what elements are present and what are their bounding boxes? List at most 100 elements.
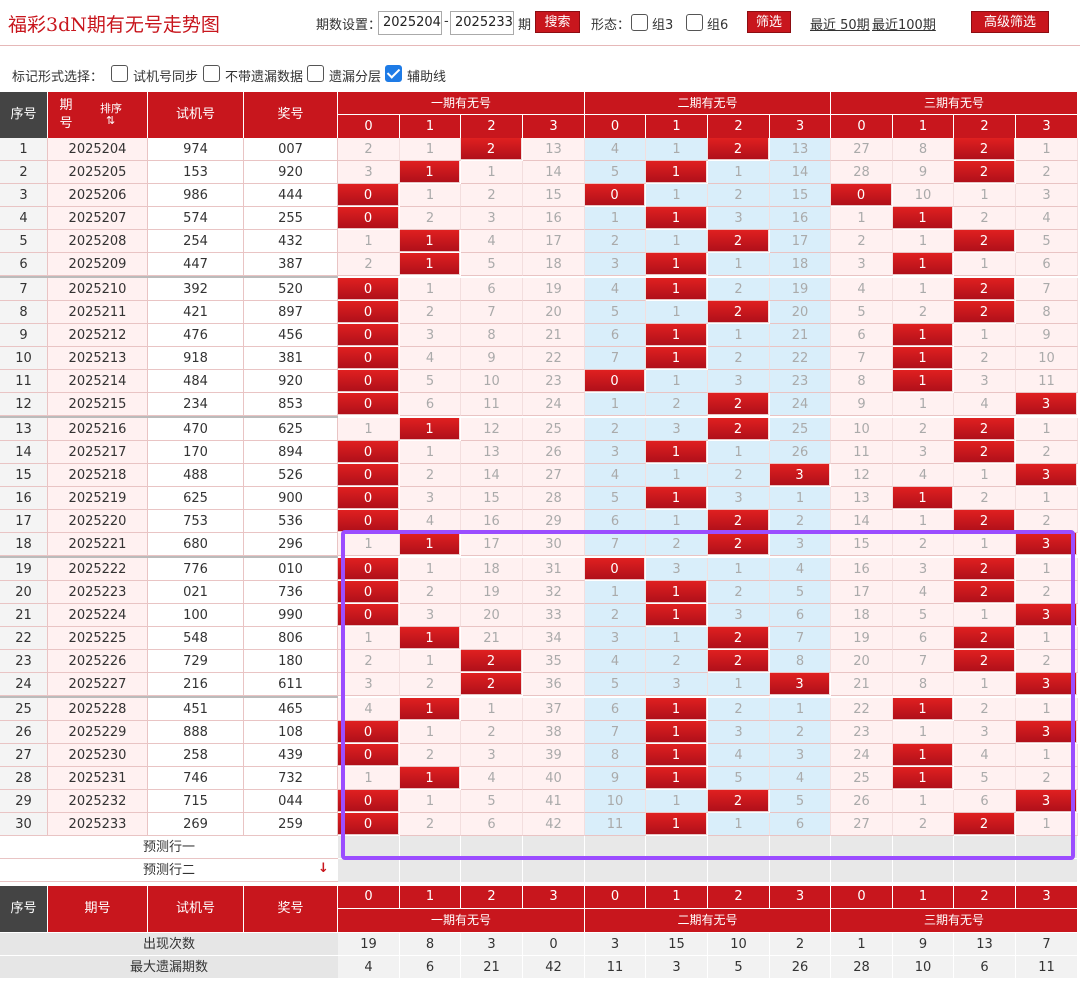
row-period: 2025229	[48, 721, 148, 744]
omission-count: 3	[1016, 184, 1078, 207]
omission-count: 8	[831, 370, 893, 393]
omission-count: 5	[585, 161, 646, 184]
omission-count: 15	[523, 184, 585, 207]
omission-count: 6	[585, 510, 646, 533]
omission-count: 2	[1016, 581, 1078, 604]
option-checkbox-trial-sync[interactable]	[111, 65, 128, 82]
hit-marker: 2	[954, 650, 1015, 672]
omission-count: 8	[770, 650, 831, 673]
hit-marker: 1	[893, 324, 953, 346]
period-to-input[interactable]: 2025233	[450, 11, 514, 35]
group3-checkbox[interactable]	[631, 14, 648, 31]
omission-count: 27	[831, 813, 893, 836]
row-trial: 548	[148, 627, 244, 650]
hit-marker: 2	[954, 278, 1015, 300]
stat-value: 26	[770, 956, 831, 979]
row-prize: 920	[244, 370, 338, 393]
stat-value: 1	[831, 933, 893, 956]
row-seq: 27	[0, 744, 48, 767]
top-toolbar: 福彩3dN期有无号走势图 期数设置： 2025204 - 2025233 期 搜…	[0, 0, 1080, 46]
omission-count: 2	[400, 673, 461, 696]
omission-count: 1	[708, 161, 770, 184]
period-from-input[interactable]: 2025204	[378, 11, 442, 35]
omission-count: 9	[461, 347, 523, 370]
omission-count: 5	[954, 767, 1016, 790]
hit-marker: 0	[338, 441, 399, 463]
stat-value: 42	[523, 956, 585, 979]
hit-marker: 1	[646, 441, 707, 463]
row-trial: 625	[148, 487, 244, 510]
stat-value: 4	[338, 956, 400, 979]
header-seq: 序号	[0, 92, 47, 138]
hit-marker: 2	[708, 533, 769, 555]
predict-cell	[585, 836, 646, 859]
omission-count: 26	[523, 441, 585, 464]
row-prize: 381	[244, 347, 338, 370]
option-label-omission-layer: 遗漏分层	[329, 70, 382, 85]
omission-count: 3	[708, 207, 770, 230]
omission-count: 1	[400, 441, 461, 464]
row-trial: 488	[148, 464, 244, 487]
row-trial: 234	[148, 393, 244, 416]
omission-count: 6	[585, 324, 646, 347]
omission-count: 7	[831, 347, 893, 370]
omission-count: 3	[831, 253, 893, 276]
row-seq: 22	[0, 627, 48, 650]
option-checkbox-no-omission[interactable]	[203, 65, 220, 82]
recent-100-link[interactable]: 最近100期	[872, 14, 936, 33]
advanced-filter-button[interactable]: 高级筛选	[971, 11, 1049, 33]
sort-arrows-icon[interactable]: ⇅	[106, 114, 115, 127]
row-prize: 456	[244, 324, 338, 347]
omission-count: 5	[400, 370, 461, 393]
row-prize: 897	[244, 301, 338, 324]
group6-checkbox[interactable]	[686, 14, 703, 31]
omission-count: 1	[646, 464, 708, 487]
omission-count: 11	[461, 393, 523, 416]
row-prize: 007	[244, 138, 338, 161]
hit-marker: 1	[646, 347, 707, 369]
hit-marker: 1	[400, 533, 460, 555]
hit-marker: 1	[893, 207, 953, 229]
omission-count: 1	[461, 161, 523, 184]
omission-count: 4	[400, 510, 461, 533]
hit-marker: 2	[954, 161, 1015, 183]
predict-cell	[338, 836, 400, 859]
row-period: 2025220	[48, 510, 148, 533]
hit-marker: 1	[400, 698, 460, 720]
omission-count: 25	[523, 418, 585, 441]
omission-count: 3	[461, 207, 523, 230]
omission-count: 18	[770, 253, 831, 276]
row-prize: 900	[244, 487, 338, 510]
hit-marker: 1	[893, 767, 953, 789]
option-checkbox-guide-line[interactable]	[385, 65, 402, 82]
arrow-down-icon[interactable]: ↓	[318, 861, 329, 876]
omission-count: 22	[831, 698, 893, 721]
omission-count: 26	[831, 790, 893, 813]
omission-count: 22	[770, 347, 831, 370]
omission-count: 6	[893, 627, 954, 650]
omission-count: 41	[523, 790, 585, 813]
row-prize: 444	[244, 184, 338, 207]
hit-marker: 2	[708, 230, 769, 252]
recent-50-link[interactable]: 最近 50期	[810, 14, 870, 33]
omission-count: 5	[585, 487, 646, 510]
omission-count: 2	[770, 510, 831, 533]
header-period: 期号 排序 ⇅	[48, 92, 147, 138]
omission-count: 3	[954, 721, 1016, 744]
filter-button[interactable]: 筛选	[747, 11, 791, 33]
omission-count: 6	[770, 813, 831, 836]
omission-count: 10	[585, 790, 646, 813]
option-checkbox-omission-layer[interactable]	[307, 65, 324, 82]
footer-digit-2-3: 3	[770, 886, 830, 908]
omission-count: 28	[523, 487, 585, 510]
search-button[interactable]: 搜索	[535, 11, 580, 33]
omission-count: 5	[831, 301, 893, 324]
omission-count: 26	[770, 441, 831, 464]
omission-count: 3	[585, 627, 646, 650]
row-seq: 1	[0, 138, 48, 161]
omission-count: 4	[461, 230, 523, 253]
omission-count: 10	[1016, 347, 1078, 370]
omission-count: 1	[338, 418, 400, 441]
row-trial: 746	[148, 767, 244, 790]
row-period: 2025214	[48, 370, 148, 393]
